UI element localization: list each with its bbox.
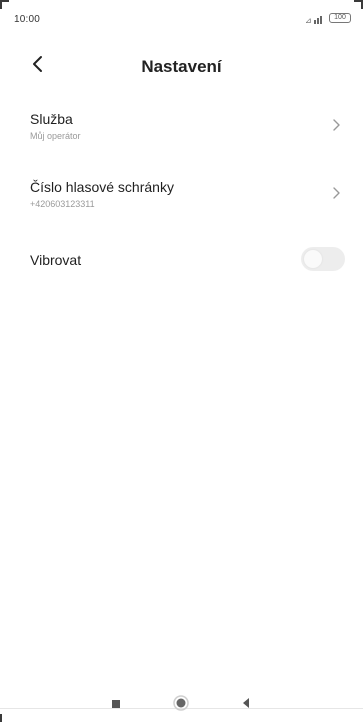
signal-icon: ⊿ [305, 12, 325, 25]
screen: 10:00 ⊿ 100 Nastavení Služba Můj operáto… [0, 0, 363, 722]
settings-item-title: Služba [30, 111, 73, 127]
app-header: Nastavení [0, 46, 363, 90]
settings-item-subtitle: +420603123311 [30, 199, 95, 209]
settings-item-service[interactable]: Služba Můj operátor [0, 100, 363, 168]
page-title: Nastavení [141, 57, 222, 76]
vibrate-toggle[interactable] [301, 247, 345, 271]
settings-list: Služba Můj operátor Číslo hlasové schrán… [0, 100, 363, 286]
corner-mark [0, 714, 2, 722]
chevron-right-icon [331, 185, 341, 201]
settings-item-subtitle: Můj operátor [30, 131, 81, 141]
triangle-back-icon [241, 696, 251, 714]
nav-home-button[interactable] [166, 690, 196, 720]
settings-item-title: Číslo hlasové schránky [30, 179, 174, 195]
status-bar: 10:00 ⊿ 100 [0, 0, 363, 34]
svg-text:⊿: ⊿ [305, 16, 312, 25]
square-icon [111, 696, 121, 714]
chevron-right-icon [331, 117, 341, 133]
settings-item-voicemail-number[interactable]: Číslo hlasové schránky +420603123311 [0, 168, 363, 236]
status-time: 10:00 [14, 14, 41, 25]
circle-icon [173, 694, 189, 716]
vibrate-label: Vibrovat [30, 252, 82, 268]
nav-back-button[interactable] [231, 690, 261, 720]
settings-item-vibrate: Vibrovat [0, 236, 363, 286]
nav-recent-button[interactable] [101, 690, 131, 720]
status-icons: ⊿ 100 [305, 12, 351, 25]
toggle-knob [304, 250, 322, 268]
battery-icon: 100 [329, 12, 351, 23]
